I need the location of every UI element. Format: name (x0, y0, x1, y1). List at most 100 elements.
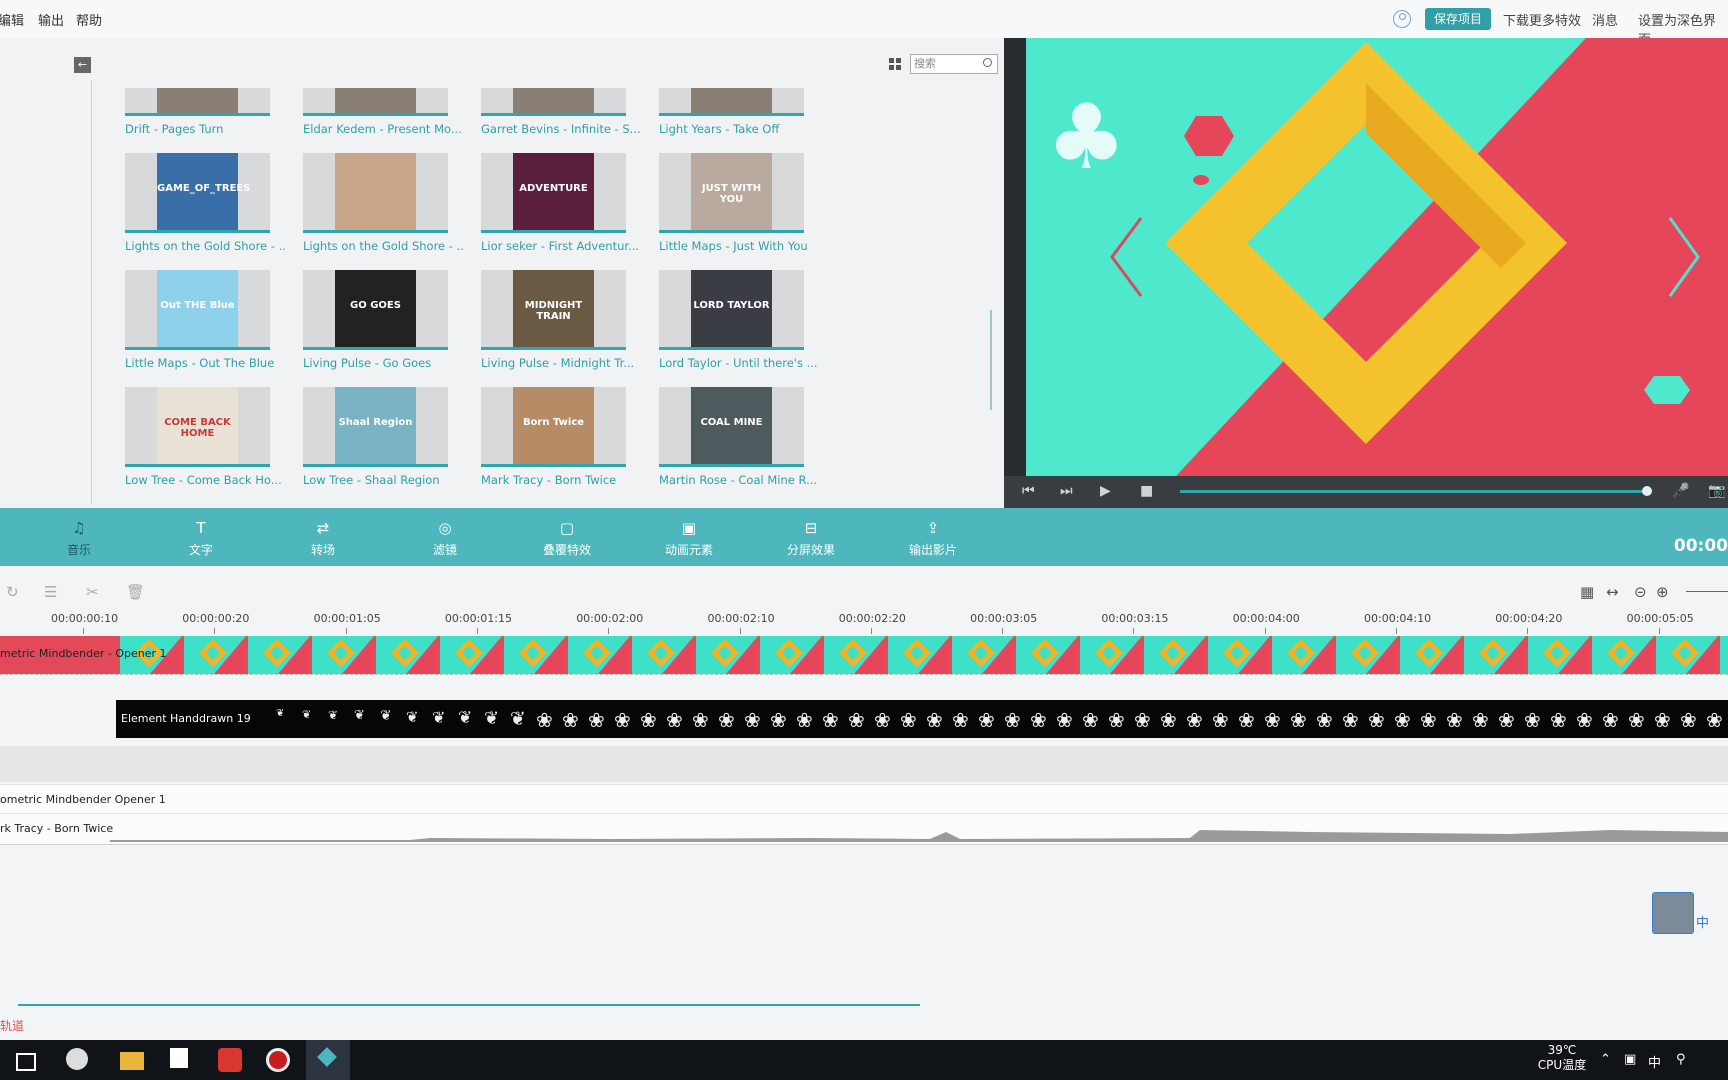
overlay-track[interactable]: ❦ ❦ ❦ ❦ ❦ ❦ ❦ ❦ ❦ ❦ ❀ ❀ ❀ ❀ ❀ ❀ ❀ ❀ ❀ ❀ ❀ ❀ ❀ ❀ ❀ ❀ ❀ ❀ ❀ ❀ ❀ ❀ ❀ ❀ ❀ ❀ ❀ ❀ ❀ ❀… (116, 700, 1728, 738)
music-thumbnail[interactable]: JUST WITH YOU (659, 153, 804, 233)
music-thumbnail[interactable]: Shaal Region (303, 387, 448, 467)
ruler-tick (1264, 628, 1266, 634)
tool-music[interactable]: ♫ 音乐 (34, 508, 124, 566)
store-icon[interactable] (170, 1048, 188, 1068)
file-explorer-icon[interactable] (120, 1052, 144, 1070)
zoom-in-icon[interactable]: ⊕ (1656, 583, 1669, 601)
taskbar (0, 1040, 1728, 1080)
ime-widget-icon[interactable] (1652, 892, 1694, 934)
menu-help[interactable]: 帮助 (76, 10, 102, 29)
tool-element[interactable]: ▣ 动画元素 (644, 508, 734, 566)
messages-link[interactable]: 消息 (1592, 10, 1618, 29)
album-art: GO GOES (335, 270, 416, 350)
music-thumbnail[interactable] (125, 88, 270, 116)
music-thumbnail[interactable]: Out THE Blue (125, 270, 270, 350)
task-view-icon[interactable] (16, 1053, 36, 1071)
menu-edit[interactable]: 编辑 (0, 10, 24, 29)
search-icon[interactable] (983, 58, 992, 67)
seek-bar[interactable] (1180, 490, 1646, 493)
seek-handle[interactable] (1642, 486, 1652, 496)
timeline-scrollbar[interactable] (18, 1004, 920, 1006)
text-icon: T (196, 519, 206, 537)
user-icon[interactable] (1393, 10, 1411, 28)
ruler-label: 00:00:01:15 (444, 612, 512, 625)
overlay-frame: ❀ (1238, 708, 1255, 732)
audio-mixer-icon[interactable]: ▦ (1580, 583, 1594, 601)
video-frame (1016, 636, 1078, 674)
music-thumbnail[interactable]: GO GOES (303, 270, 448, 350)
music-thumbnail[interactable]: MIDNIGHT TRAIN (481, 270, 626, 350)
ruler-label: 00:00:03:15 (1101, 612, 1169, 625)
zoom-slider[interactable] (1686, 591, 1728, 592)
tool-split-screen[interactable]: ⊟ 分屏效果 (766, 508, 856, 566)
fit-timeline-icon[interactable]: ↔ (1606, 583, 1619, 601)
cpu-temp-value: 39℃ (1547, 1043, 1577, 1057)
ruler-label: 00:00:00:20 (182, 612, 250, 625)
music-thumbnail[interactable]: LORD TAYLOR (659, 270, 804, 350)
snapshot-icon[interactable]: 📷 (1708, 483, 1725, 499)
music-thumbnail[interactable] (481, 88, 626, 116)
overlay-frame: ❀ (1082, 708, 1099, 732)
ime-mode-label[interactable]: 中 (1696, 912, 1709, 931)
music-thumbnail[interactable] (303, 153, 448, 233)
tool-filter[interactable]: ◎ 滤镜 (400, 508, 490, 566)
album-art: ADVENTURE (513, 153, 594, 233)
netease-music-icon[interactable] (218, 1048, 242, 1072)
overlay-frame: ❦ (302, 708, 312, 721)
music-thumbnail[interactable] (659, 88, 804, 116)
thumbnail-underline (659, 347, 804, 350)
thumbnail-underline (303, 464, 448, 467)
music-thumbnail[interactable]: Born Twice (481, 387, 626, 467)
search-tray-icon[interactable]: ⚲ (1676, 1052, 1686, 1067)
library-divider (91, 80, 92, 504)
zoom-out-icon[interactable]: ⊝ (1634, 583, 1647, 601)
play-icon[interactable]: ▶ (1100, 483, 1111, 499)
download-effects-link[interactable]: 下载更多特效 (1503, 10, 1581, 29)
tool-export[interactable]: ⇪ 输出影片 (888, 508, 978, 566)
music-title: Drift - Pages Turn (125, 122, 224, 136)
album-art (157, 88, 238, 113)
skip-back-icon[interactable]: ⏮ (1022, 483, 1035, 499)
stop-icon[interactable]: ■ (1140, 483, 1153, 499)
filmora-taskbar-item[interactable] (306, 1040, 350, 1080)
overlay-frame: ❀ (1654, 708, 1671, 732)
tool-transition[interactable]: ⇄ 转场 (278, 508, 368, 566)
music-thumbnail[interactable]: ADVENTURE (481, 153, 626, 233)
menu-export[interactable]: 输出 (38, 10, 64, 29)
tool-label: 音乐 (66, 543, 91, 557)
audio-track-2[interactable]: rk Tracy - Born Twice (0, 814, 1728, 845)
adjust-icon[interactable]: ☰ (44, 583, 57, 601)
library-scrollbar[interactable] (990, 310, 992, 410)
video-frame (312, 636, 374, 674)
album-art-text: LORD TAYLOR (693, 300, 770, 311)
thumbnail-underline (303, 230, 448, 233)
step-forward-icon[interactable]: ⏭ (1060, 483, 1073, 499)
network-icon[interactable]: ▣ (1624, 1052, 1636, 1067)
app-icon[interactable] (66, 1048, 88, 1070)
music-title: Living Pulse - Go Goes (303, 356, 432, 370)
delete-icon[interactable]: 🗑 (126, 583, 145, 601)
tool-text[interactable]: T 文字 (156, 508, 246, 566)
back-arrow-icon[interactable]: ← (74, 57, 91, 73)
tool-overlay[interactable]: ▢ 叠覆特效 (522, 508, 612, 566)
save-project-button[interactable]: 保存项目 (1425, 8, 1491, 30)
microphone-icon[interactable]: 🎤 (1672, 483, 1689, 499)
music-thumbnail[interactable]: GAME_OF_TREES (125, 153, 270, 233)
audio-track-1[interactable]: ometric Mindbender Opener 1 (0, 784, 1728, 814)
svg-text:♣: ♣ (1046, 85, 1127, 190)
export-icon: ⇪ (926, 519, 940, 537)
ime-tray-label[interactable]: 中 (1648, 1052, 1661, 1071)
cut-icon[interactable]: ✂ (86, 583, 99, 601)
redo-icon[interactable]: ↻ (6, 583, 19, 601)
music-thumbnail[interactable]: COAL MINE (659, 387, 804, 467)
thumbnail-underline (659, 113, 804, 116)
recorder-icon[interactable] (266, 1048, 290, 1072)
tray-chevron-icon[interactable]: ⌃ (1600, 1052, 1611, 1067)
thumbnail-underline (659, 464, 804, 467)
music-thumbnail[interactable] (303, 88, 448, 116)
video-track[interactable]: metric Mindbender - Opener 1 (0, 636, 1728, 674)
video-frame (1272, 636, 1334, 674)
grid-view-icon[interactable] (889, 58, 901, 70)
music-thumbnail[interactable]: COME BACK HOME (125, 387, 270, 467)
ruler-label: 00:00:04:00 (1232, 612, 1300, 625)
